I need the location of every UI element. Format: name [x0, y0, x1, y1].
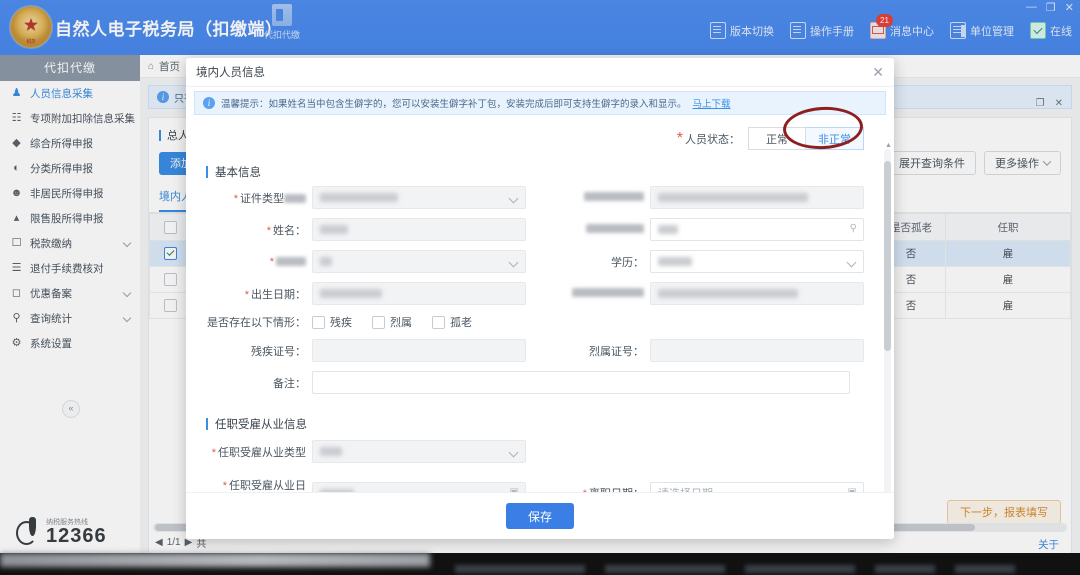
education-select[interactable] — [650, 250, 864, 273]
checkbox-label: 孤老 — [450, 314, 472, 330]
remark-label: 备注： — [202, 375, 312, 391]
martyr-cert-input[interactable] — [650, 339, 864, 362]
chevron-down-icon — [847, 258, 857, 268]
checkbox-elderly[interactable]: 孤老 — [432, 314, 472, 330]
field-id-type: *证件类型 — [202, 186, 540, 209]
os-taskbar — [0, 553, 1080, 575]
dialog-footer: 保存 — [186, 492, 894, 539]
name-input[interactable] — [312, 218, 526, 241]
field-nationality: ⚲ — [540, 218, 878, 241]
checkbox-label: 残疾 — [330, 314, 352, 330]
form-row: *任职受雇从业类型 — [202, 440, 878, 463]
taskbar-item — [605, 565, 725, 573]
chevron-down-icon — [509, 258, 519, 268]
dialog-tip-text: 温馨提示：如果姓名当中包含生僻字的，您可以安装生僻字补丁包，安装完成后即可支持生… — [221, 96, 687, 110]
education-label: 学历： — [540, 254, 650, 270]
checkbox-martyr[interactable]: 烈属 — [372, 314, 412, 330]
taskbar-blur-strip — [0, 553, 430, 567]
field-education: 学历： — [540, 250, 878, 273]
employment-type-select[interactable] — [312, 440, 526, 463]
id-number-label — [540, 192, 650, 204]
birthday-label: *出生日期： — [202, 286, 312, 302]
close-icon[interactable]: ✕ — [872, 65, 884, 79]
id-number-input[interactable] — [650, 186, 864, 209]
gender-input[interactable] — [312, 250, 526, 273]
field-conditions: 是否存在以下情形： 残疾 烈属 孤老 — [202, 314, 878, 330]
section-title-text: 任职受雇从业信息 — [215, 416, 307, 432]
scrollbar-thumb[interactable] — [884, 161, 891, 351]
section-title-text: 基本信息 — [215, 164, 261, 180]
taskbar-item — [875, 565, 935, 573]
basic-info-section-title: 基本信息 — [206, 164, 878, 180]
chevron-down-icon — [509, 448, 519, 458]
person-status-label: 人员状态 — [685, 131, 729, 147]
field-address — [540, 282, 878, 305]
field-remark: 备注： — [202, 371, 878, 394]
field-name: *姓名： — [202, 218, 540, 241]
taskbar-item — [455, 565, 585, 573]
form-row: *出生日期： — [202, 282, 878, 305]
person-status-row: * 人员状态 ： 正常 非正常 — [202, 115, 878, 154]
martyr-cert-label: 烈属证号： — [540, 343, 650, 359]
field-employment-type: *任职受雇从业类型 — [202, 440, 540, 463]
checkbox-box[interactable] — [432, 316, 445, 329]
form-row: 备注： — [202, 371, 878, 394]
disability-cert-label: 残疾证号： — [202, 343, 312, 359]
address-input[interactable] — [650, 282, 864, 305]
field-disability-cert: 残疾证号： — [202, 339, 540, 362]
gender-label: * — [202, 256, 312, 268]
nationality-label — [540, 224, 650, 236]
checkbox-label: 烈属 — [390, 314, 412, 330]
address-label — [540, 288, 650, 300]
employment-section-title: 任职受雇从业信息 — [206, 416, 878, 432]
search-icon[interactable]: ⚲ — [850, 224, 857, 234]
remark-input[interactable] — [312, 371, 850, 394]
dialog-body: * 人员状态 ： 正常 非正常 基本信息 *证件类型 — [186, 115, 894, 510]
conditions-checkboxes: 残疾 烈属 孤老 — [312, 314, 472, 330]
save-button[interactable]: 保存 — [506, 503, 574, 529]
domestic-personnel-dialog: 境内人员信息 ✕ i 温馨提示：如果姓名当中包含生僻字的，您可以安装生僻字补丁包… — [186, 58, 894, 539]
required-mark: * — [677, 130, 683, 148]
scroll-up-arrow[interactable]: ▲ — [885, 142, 892, 149]
field-gender: * — [202, 250, 540, 273]
nationality-input[interactable]: ⚲ — [650, 218, 864, 241]
status-normal-button[interactable]: 正常 — [748, 127, 806, 150]
taskbar-item — [745, 565, 855, 573]
checkbox-box[interactable] — [372, 316, 385, 329]
form-row: *证件类型 — [202, 186, 878, 209]
field-id-number — [540, 186, 878, 209]
dialog-header: 境内人员信息 ✕ — [186, 58, 894, 87]
dialog-title: 境内人员信息 — [196, 64, 265, 80]
checkbox-disabled[interactable]: 残疾 — [312, 314, 352, 330]
status-abnormal-button[interactable]: 非正常 — [806, 127, 864, 150]
dialog-tip-banner: i 温馨提示：如果姓名当中包含生僻字的，您可以安装生僻字补丁包，安装完成后即可支… — [194, 91, 886, 115]
info-icon: i — [203, 97, 215, 109]
field-spacer — [540, 440, 878, 463]
label-colon: ： — [729, 131, 740, 147]
download-patch-link[interactable]: 马上下载 — [693, 96, 731, 110]
form-row-conditions: 是否存在以下情形： 残疾 烈属 孤老 — [202, 314, 878, 330]
employment-type-label: *任职受雇从业类型 — [202, 444, 312, 460]
disability-cert-input[interactable] — [312, 339, 526, 362]
form-row: * 学历： — [202, 250, 878, 273]
id-type-label: *证件类型 — [202, 190, 312, 206]
birthday-input[interactable] — [312, 282, 526, 305]
field-martyr-cert: 烈属证号： — [540, 339, 878, 362]
id-type-input[interactable] — [312, 186, 526, 209]
taskbar-item — [955, 565, 1015, 573]
person-status-toggle: 正常 非正常 — [748, 127, 864, 150]
dialog-vertical-scrollbar[interactable]: ▲ ▼ — [884, 149, 891, 510]
name-label: *姓名： — [202, 222, 312, 238]
field-birthday: *出生日期： — [202, 282, 540, 305]
application-window: ★ 税务 自然人电子税务局（扣缴端） 代扣代缴 版本切换 操作手册 21 消息中… — [0, 0, 1080, 575]
conditions-label: 是否存在以下情形： — [202, 314, 312, 330]
form-row: 残疾证号： 烈属证号： — [202, 339, 878, 362]
form-row: *姓名： ⚲ — [202, 218, 878, 241]
chevron-down-icon — [509, 194, 519, 204]
checkbox-box[interactable] — [312, 316, 325, 329]
